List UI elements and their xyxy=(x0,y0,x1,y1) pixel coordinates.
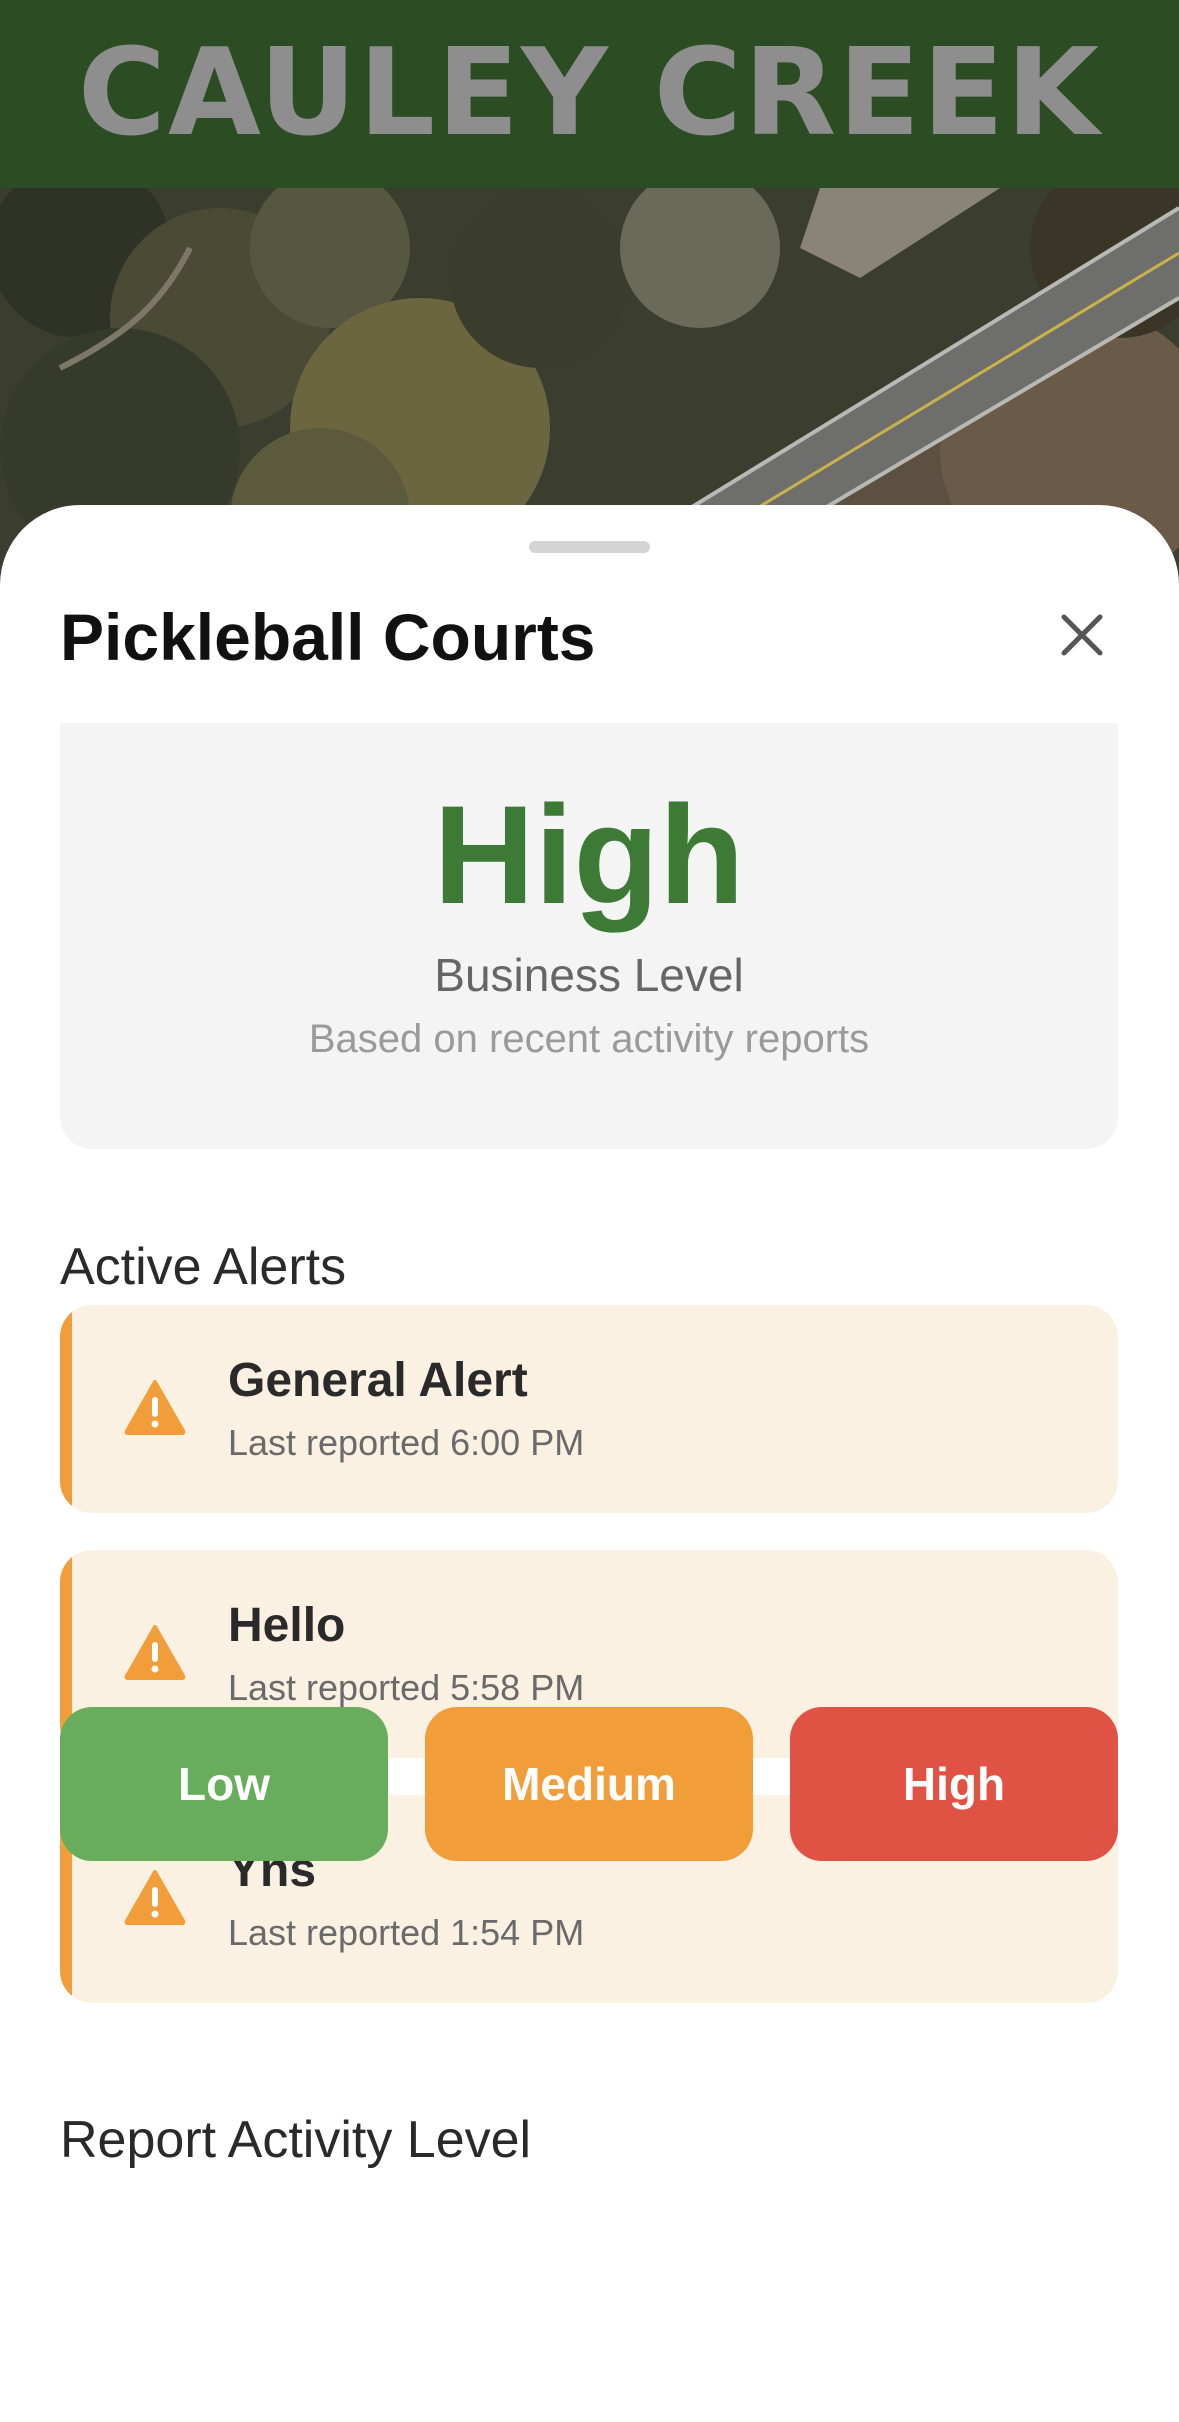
warning-icon xyxy=(124,1625,186,1680)
alert-time: Last reported 5:58 PM xyxy=(228,1667,585,1708)
active-alerts-heading: Active Alerts xyxy=(60,1238,347,1296)
alert-title: Hello xyxy=(228,1599,346,1652)
alert-card[interactable]: General Alert Last reported 6:00 PM xyxy=(60,1305,1118,1513)
sheet-title: Pickleball Courts xyxy=(60,600,596,674)
alert-time: Last reported 6:00 PM xyxy=(228,1422,585,1463)
sheet-grabber[interactable] xyxy=(529,541,650,553)
warning-icon xyxy=(124,1380,186,1435)
close-icon xyxy=(1061,614,1103,656)
business-level-card: High Business Level Based on recent acti… xyxy=(60,723,1118,1149)
business-level-label: Business Level xyxy=(434,949,744,1001)
warning-icon xyxy=(124,1870,186,1925)
report-high-button[interactable]: High xyxy=(790,1707,1118,1861)
header-title: CAULEY CREEK xyxy=(77,24,1102,163)
business-level-subtitle: Based on recent activity reports xyxy=(308,1017,870,1061)
business-level-value: High xyxy=(433,776,745,933)
report-activity-heading: Report Activity Level xyxy=(60,2111,532,2169)
detail-sheet: Pickleball Courts High Business Level Ba… xyxy=(0,505,1179,2422)
header-banner: CAULEY CREEK xyxy=(0,0,1179,188)
report-medium-button[interactable]: Medium xyxy=(425,1707,753,1861)
alert-time: Last reported 1:54 PM xyxy=(228,1912,585,1953)
report-low-button[interactable]: Low xyxy=(60,1707,388,1861)
alert-accent-bar xyxy=(60,1305,72,1513)
alert-title: General Alert xyxy=(228,1354,528,1407)
close-button[interactable] xyxy=(1052,605,1112,665)
